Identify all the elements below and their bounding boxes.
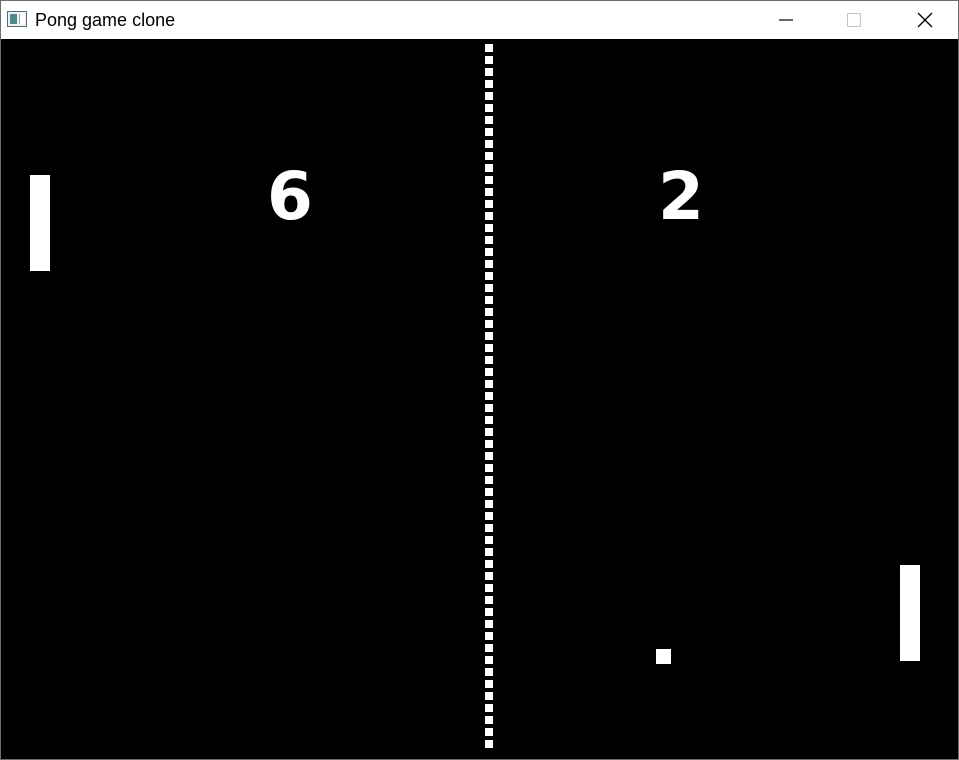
app-icon-left-pane [10,14,17,24]
net-dash [485,500,493,508]
net-dash [485,284,493,292]
net-dash [485,704,493,712]
net-dash [485,512,493,520]
net-dash [485,104,493,112]
net-dash [485,212,493,220]
net-dash [485,728,493,736]
minimize-icon [779,19,793,21]
net-dash [485,392,493,400]
net-dash [485,428,493,436]
net-dash [485,692,493,700]
net-dash [485,416,493,424]
net-dash [485,380,493,388]
net-dash [485,56,493,64]
net-dash [485,452,493,460]
net-dash [485,140,493,148]
maximize-icon [847,13,861,27]
net-dash [485,44,493,52]
net-dash [485,464,493,472]
net-dash [485,164,493,172]
net-dash [485,116,493,124]
net-dash [485,248,493,256]
minimize-button[interactable] [763,1,809,39]
net-dash [485,560,493,568]
net-dash [485,320,493,328]
window-title: Pong game clone [35,10,176,30]
net-dash [485,608,493,616]
net-dash [485,740,493,748]
net-dash [485,716,493,724]
net-dash [485,308,493,316]
right-player-score: 2 [658,158,704,235]
title-bar[interactable]: Pong game clone [1,1,958,39]
net-dash [485,200,493,208]
game-canvas[interactable]: 6 2 [1,39,958,759]
app-icon-right-pane [19,14,25,24]
net-dash [485,404,493,412]
net-dash [485,572,493,580]
right-paddle [900,565,920,661]
net-dash [485,176,493,184]
net-dash [485,632,493,640]
net-dash [485,356,493,364]
net-dash [485,680,493,688]
game-window: Pong game clone 6 2 [0,0,959,760]
net-dash [485,488,493,496]
net-dash [485,344,493,352]
net-dash [485,548,493,556]
ball [656,649,671,664]
net-dash [485,620,493,628]
net-dash [485,476,493,484]
net-dash [485,596,493,604]
net-dash [485,644,493,652]
net-dash [485,332,493,340]
left-paddle [30,175,50,271]
net-dash [485,188,493,196]
net-dash [485,236,493,244]
close-button[interactable] [902,1,948,39]
net-dash [485,260,493,268]
net-dash [485,68,493,76]
net-dash [485,536,493,544]
left-player-score: 6 [267,158,313,235]
net-dash [485,80,493,88]
net-dash [485,296,493,304]
net-dash [485,524,493,532]
net-dash [485,152,493,160]
center-net [485,39,493,759]
net-dash [485,440,493,448]
close-icon [917,12,933,28]
maximize-button[interactable] [831,1,877,39]
net-dash [485,368,493,376]
net-dash [485,224,493,232]
net-dash [485,668,493,676]
net-dash [485,272,493,280]
net-dash [485,92,493,100]
net-dash [485,584,493,592]
app-window-icon[interactable] [7,11,27,27]
net-dash [485,656,493,664]
net-dash [485,128,493,136]
